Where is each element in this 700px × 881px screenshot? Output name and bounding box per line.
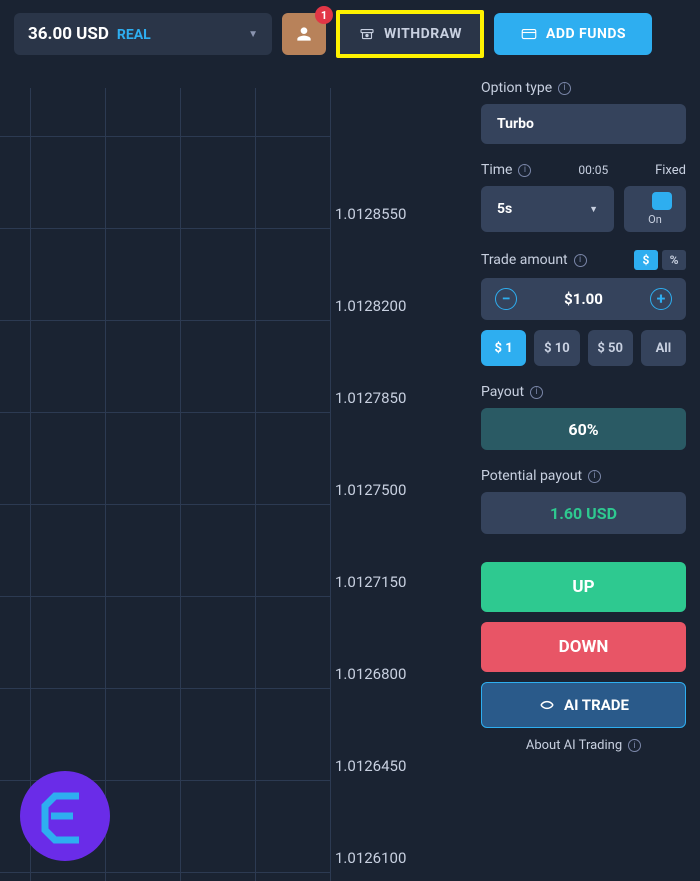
balance-type-label: REAL [117, 27, 151, 43]
y-tick: 1.0127850 [335, 389, 406, 407]
trade-amount-label: Trade amount [481, 252, 568, 268]
about-ai-link[interactable]: About AI Trading [526, 738, 622, 753]
user-icon [294, 24, 314, 44]
info-icon[interactable]: i [558, 82, 571, 95]
preset-all[interactable]: All [641, 330, 686, 366]
amount-stepper: − $1.00 + [481, 278, 686, 320]
option-type-section: Option type i Turbo [481, 80, 686, 144]
option-type-select[interactable]: Turbo [481, 104, 686, 144]
card-icon [520, 25, 538, 43]
time-value: 5s [497, 201, 512, 217]
main-area: 1.0128550 1.0128200 1.0127850 1.0127500 … [0, 68, 700, 881]
withdraw-icon [358, 25, 376, 43]
fixed-label: Fixed [655, 163, 686, 178]
trade-amount-section: Trade amount i $ % − $1.00 + $ 1 $ 10 $ 5… [481, 250, 686, 366]
profile-button[interactable]: 1 [282, 13, 326, 55]
down-button[interactable]: DOWN [481, 622, 686, 672]
y-tick: 1.0128550 [335, 205, 406, 223]
add-funds-label: ADD FUNDS [546, 26, 626, 42]
notification-badge: 1 [315, 6, 333, 24]
option-type-label: Option type [481, 80, 552, 96]
time-section: Timei 00:05 Fixed 5s ▼ On [481, 162, 686, 232]
preset-1[interactable]: $ 1 [481, 330, 526, 366]
option-type-value: Turbo [497, 116, 534, 132]
balance-amount: 36.00 USD [28, 24, 109, 44]
withdraw-label: WITHDRAW [384, 26, 462, 42]
decrement-button[interactable]: − [495, 288, 517, 310]
preset-50[interactable]: $ 50 [588, 330, 633, 366]
payout-value: 60% [481, 408, 686, 450]
ai-trade-button[interactable]: AI TRADE [481, 682, 686, 728]
add-funds-button[interactable]: ADD FUNDS [494, 13, 652, 55]
fixed-toggle[interactable]: On [624, 186, 686, 232]
time-label: Time [481, 162, 512, 178]
info-icon[interactable]: i [574, 254, 587, 267]
increment-button[interactable]: + [650, 288, 672, 310]
withdraw-button[interactable]: WITHDRAW [336, 10, 484, 58]
time-countdown: 00:05 [578, 163, 608, 177]
time-select[interactable]: 5s ▼ [481, 186, 614, 232]
info-icon[interactable]: i [588, 470, 601, 483]
info-icon[interactable]: i [628, 739, 641, 752]
amount-value: $1.00 [564, 290, 603, 308]
info-icon[interactable]: i [518, 164, 531, 177]
toggle-state: On [648, 213, 662, 226]
payout-section: Payouti 60% [481, 384, 686, 450]
chevron-down-icon: ▼ [589, 204, 598, 215]
up-button[interactable]: UP [481, 562, 686, 612]
logo-icon [35, 786, 95, 846]
y-tick: 1.0127500 [335, 481, 406, 499]
preset-10[interactable]: $ 10 [534, 330, 579, 366]
potential-value: 1.60 USD [481, 492, 686, 534]
y-tick: 1.0128200 [335, 297, 406, 315]
top-bar: 36.00 USD REAL ▼ 1 WITHDRAW ADD FUNDS [0, 0, 700, 68]
ai-trade-label: AI TRADE [564, 696, 629, 714]
info-icon[interactable]: i [530, 386, 543, 399]
toggle-knob [652, 192, 672, 210]
brand-logo [20, 771, 110, 861]
potential-section: Potential payout i 1.60 USD [481, 468, 686, 534]
currency-mode-toggle[interactable]: $ [634, 250, 658, 270]
chevron-down-icon: ▼ [248, 29, 258, 40]
trade-panel: Option typei Turbo Timei 00:05 Fixed 5s … [463, 68, 700, 881]
price-chart[interactable]: 1.0128550 1.0128200 1.0127850 1.0127500 … [0, 68, 463, 881]
y-tick: 1.0126450 [335, 757, 406, 775]
percent-mode-toggle[interactable]: % [662, 250, 686, 270]
chart-grid [0, 88, 330, 881]
payout-label: Payout [481, 384, 524, 400]
y-tick: 1.0126100 [335, 849, 406, 867]
balance-selector[interactable]: 36.00 USD REAL ▼ [14, 13, 272, 55]
potential-label: Potential payout [481, 468, 582, 484]
ai-icon [538, 696, 556, 714]
y-tick: 1.0126800 [335, 665, 406, 683]
y-tick: 1.0127150 [335, 573, 406, 591]
